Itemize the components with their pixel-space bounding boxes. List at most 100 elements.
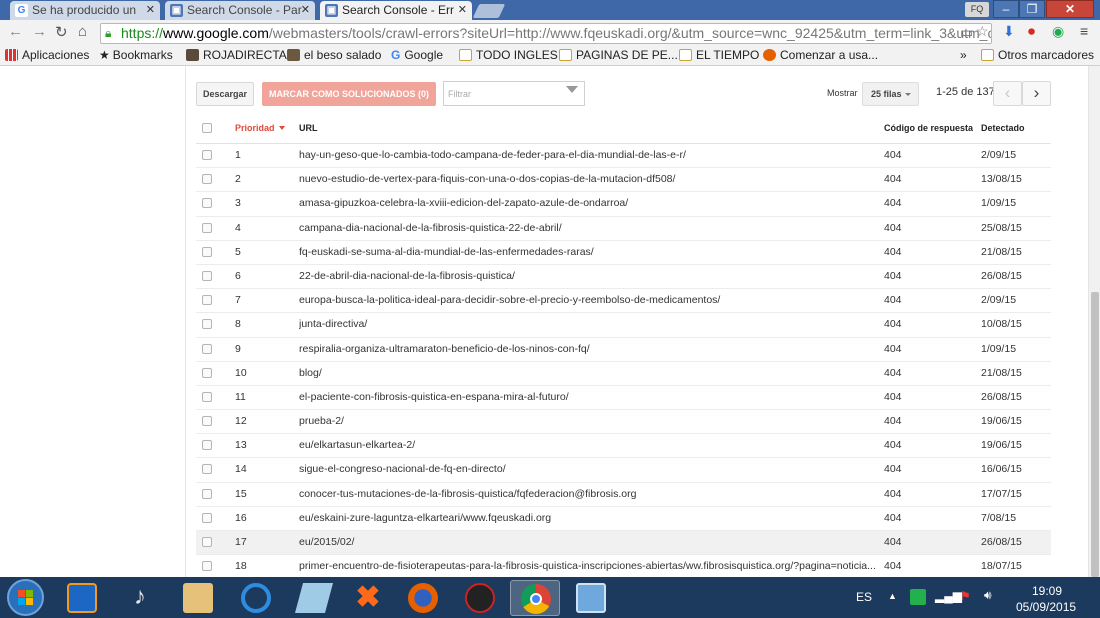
taskbar-app-blue-e[interactable] [231,580,281,616]
address-bar[interactable]: 🔒︎ https://www.google.com/webmasters/too… [100,23,992,44]
table-row[interactable]: 17 eu/2015/02/404 26/08/15 [196,531,1051,556]
scrollbar-thumb[interactable] [1091,292,1099,577]
taskbar-chrome[interactable] [510,580,560,616]
next-page-button[interactable]: › [1022,81,1051,106]
close-tab-icon[interactable]: ✕ [146,3,155,16]
url-cell[interactable]: eu/elkartasun-elkartea-2/ [299,439,879,451]
table-row[interactable]: 10 blog/404 21/08/15 [196,362,1051,386]
url-cell[interactable]: hay-un-geso-que-lo-cambia-todo-campana-d… [299,149,879,161]
start-button[interactable] [7,579,44,616]
network-icon[interactable]: ▂▄▆ [935,589,962,603]
table-row[interactable]: 14 sigue-el-congreso-nacional-de-fq-en-di… [196,458,1051,483]
table-row[interactable]: 2 nuevo-estudio-de-vertex-para-fiquis-con… [196,168,1051,193]
row-checkbox[interactable] [202,512,212,523]
taskbar-explorer[interactable] [173,580,223,616]
profile-badge[interactable]: FQ [965,2,989,17]
taskbar-red-x-app[interactable]: ✖ [343,580,393,616]
close-window-button[interactable]: ✕ [1046,0,1094,18]
taskbar-control-panel[interactable] [566,580,616,616]
bookmark-paginas-de-pe[interactable]: PAGINAS DE PE... [559,48,678,62]
url-cell[interactable]: fq-euskadi-se-suma-al-dia-mundial-de-las… [299,246,879,258]
filter-input[interactable]: Filtrar [443,81,585,106]
page-action-icon[interactable]: ▭ [960,24,973,41]
url-cell[interactable]: europa-busca-la-politica-ideal-para-deci… [299,294,879,306]
bookmark-google[interactable]: G Google [391,48,443,62]
filter-icon[interactable] [566,86,578,93]
bookmark-bookmarks[interactable]: ★ Bookmarks [99,48,173,62]
taskbar-notes[interactable] [289,580,339,616]
row-checkbox[interactable] [202,367,212,378]
tray-app-icon[interactable] [910,589,926,605]
url-cell[interactable]: conocer-tus-mutaciones-de-la-fibrosis-qu… [299,488,879,500]
table-row[interactable]: 4 campana-dia-nacional-de-la-fibrosis-qui… [196,217,1051,241]
download-extension-icon[interactable]: ⬇ [1003,23,1015,40]
url-cell[interactable]: nuevo-estudio-de-vertex-para-fiquis-con-… [299,173,879,185]
row-checkbox[interactable] [202,198,212,209]
maximize-button[interactable]: ❐ [1019,0,1045,18]
detected-column-header[interactable]: Detectado [981,123,1025,133]
url-cell[interactable]: blog/ [299,367,879,379]
url-cell[interactable]: respiralia-organiza-ultramaraton-benefic… [299,343,879,355]
table-row[interactable]: 3 amasa-gipuzkoa-celebra-la-xviii-edicion… [196,192,1051,217]
tab-crawl-error-notice[interactable]: G Se ha producido un ✕ [10,1,160,20]
clock-date[interactable]: 05/09/2015 [1016,600,1076,614]
reload-icon[interactable]: ↻ [55,23,68,41]
tray-expand-icon[interactable]: ▲ [888,591,897,601]
taskbar-itunes[interactable]: ♪ [115,580,165,616]
row-checkbox[interactable] [202,416,212,427]
table-row[interactable]: 9 respiralia-organiza-ultramaraton-benefi… [196,338,1051,362]
bookmark-apps[interactable]: Aplicaciones [5,48,89,62]
table-row[interactable]: 13 eu/elkartasun-elkartea-2/404 19/06/15 [196,434,1051,459]
row-checkbox[interactable] [202,295,212,306]
url-cell[interactable]: 22-de-abril-dia-nacional-de-la-fibrosis-… [299,270,879,282]
tab-search-console-errors[interactable]: ▣ Search Console - Err ✕ [320,1,472,20]
url-cell[interactable]: amasa-gipuzkoa-celebra-la-xviii-edicion-… [299,197,879,209]
url-cell[interactable]: sigue-el-congreso-nacional-de-fq-en-dire… [299,463,879,475]
bookmark-comenzar[interactable]: Comenzar a usa... [763,48,878,62]
url-cell[interactable]: eu/eskaini-zure-laguntza-elkarteari/www.… [299,512,879,524]
bookmark-el-tiempo[interactable]: EL TIEMPO [679,48,759,62]
url-cell[interactable]: junta-directiva/ [299,318,879,330]
close-tab-icon[interactable]: ✕ [301,3,310,16]
url-cell[interactable]: campana-dia-nacional-de-la-fibrosis-quis… [299,222,879,234]
bookmark-other[interactable]: Otros marcadores [981,48,1094,62]
rows-per-page-select[interactable]: 25 filas [862,82,919,106]
volume-icon[interactable]: 🔊︎ [984,588,992,603]
select-all-checkbox[interactable] [202,123,212,133]
table-row[interactable]: 18 primer-encuentro-de-fisioterapeutas-pa… [196,555,1051,577]
url-cell[interactable]: prueba-2/ [299,415,879,427]
table-row[interactable]: 11 el-paciente-con-fibrosis-quistica-en-e… [196,386,1051,411]
row-checkbox[interactable] [202,391,212,402]
bookmark-todo-ingles[interactable]: TODO INGLES [459,48,558,62]
response-code-column-header[interactable]: Código de respuesta [884,123,973,133]
language-indicator[interactable]: ES [856,590,872,604]
table-row[interactable]: 1 hay-un-geso-que-lo-cambia-todo-campana-… [196,144,1051,169]
tab-search-console-params[interactable]: ▣ Search Console - Par ✕ [165,1,315,20]
taskbar-tool-app[interactable] [455,580,505,616]
row-checkbox[interactable] [202,222,212,233]
table-row[interactable]: 7 europa-busca-la-politica-ideal-para-dec… [196,289,1051,314]
bookmark-star-icon[interactable]: ☆ [976,23,989,40]
row-checkbox[interactable] [202,488,212,499]
row-checkbox[interactable] [202,270,212,281]
row-checkbox[interactable] [202,561,212,572]
taskbar-firefox[interactable] [398,580,448,616]
row-checkbox[interactable] [202,174,212,185]
row-checkbox[interactable] [202,537,212,547]
row-checkbox[interactable] [202,319,212,330]
table-row[interactable]: 6 22-de-abril-dia-nacional-de-la-fibrosis… [196,265,1051,290]
row-checkbox[interactable] [202,343,212,354]
url-column-header[interactable]: URL [299,123,879,133]
mark-fixed-button[interactable]: MARCAR COMO SOLUCIONADOS (0) [262,82,436,106]
forward-icon[interactable]: → [32,23,47,40]
row-checkbox[interactable] [202,150,212,160]
bookmarks-overflow[interactable]: » [960,48,967,62]
bookmark-rojadirecta[interactable]: ROJADIRECTA [186,48,287,62]
table-row[interactable]: 16 eu/eskaini-zure-laguntza-elkarteari/ww… [196,507,1051,531]
row-checkbox[interactable] [202,440,212,451]
adblock-extension-icon[interactable]: ⏺ [1028,23,1035,40]
page-scrollbar[interactable] [1088,66,1100,577]
url-cell[interactable]: primer-encuentro-de-fisioterapeutas-para… [299,560,879,572]
extension-icon[interactable]: ◉ [1052,23,1064,40]
url-cell[interactable]: el-paciente-con-fibrosis-quistica-en-esp… [299,391,879,403]
